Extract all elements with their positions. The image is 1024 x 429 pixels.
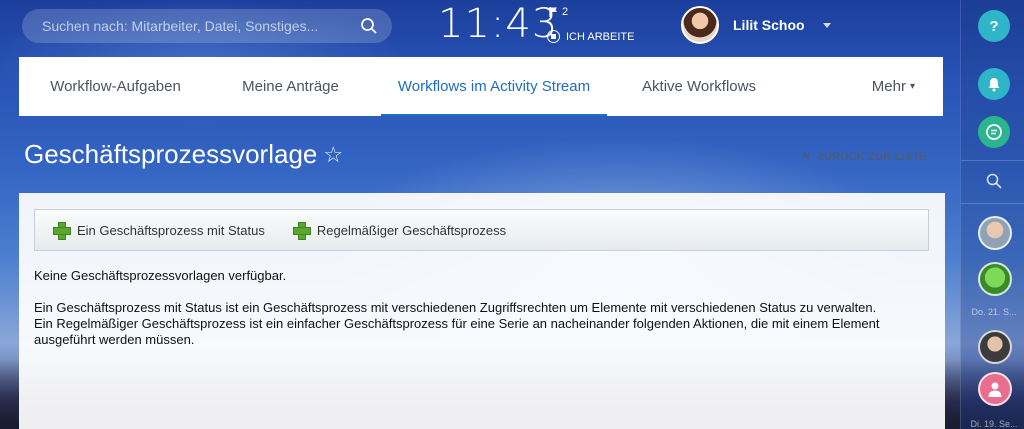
back-arrow-icon: ↰ [801,150,812,164]
tab-label: Meine Anträge [242,78,339,95]
empty-message: Keine Geschäftsprozessvorlagen verfügbar… [34,268,287,283]
tab-more[interactable]: Mehr ▾ [872,57,943,116]
chevron-down-icon[interactable] [822,22,831,28]
page-title-text: Geschäftsprozessvorlage [24,139,318,169]
tab-label: Workflow-Aufgaben [50,78,181,95]
tab-workflows-im-activity-stream[interactable]: Workflows im Activity Stream [381,57,607,116]
contact-avatar[interactable] [978,372,1012,406]
description-block: Keine Geschäftsprozessvorlagen verfügbar… [34,268,914,348]
contact-date: Do. 21. S... [971,307,1017,317]
avatar[interactable] [681,6,719,44]
tabs-bar: Workflow-Aufgaben Meine Anträge Workflow… [19,57,943,116]
work-status-button[interactable]: ICH ARBEITE [547,30,634,43]
user-name[interactable]: Lilit Schoo [733,17,805,33]
contact-avatar[interactable] [978,262,1012,296]
tab-label: Mehr [871,78,906,95]
description-status: Ein Geschäftsprozess mit Status ist ein … [34,300,877,315]
help-icon: ? [989,17,999,35]
stop-icon [547,30,560,43]
button-label: Regelmäßiger Geschäftsprozess [316,222,507,238]
tab-workflow-aufgaben[interactable]: Workflow-Aufgaben [19,57,212,116]
chat-button[interactable] [978,116,1010,148]
flag-count: 2 [562,6,569,18]
toolbar: Ein Geschäftsprozess mit Status Regelmäß… [34,209,929,251]
flag-counter[interactable]: 2 [549,6,568,18]
search-bar[interactable] [22,9,392,43]
star-icon[interactable]: ☆ [323,142,343,168]
add-regular-process-button[interactable]: Regelmäßiger Geschäftsprozess [292,222,507,240]
rail-search-button[interactable] [978,165,1010,197]
description-regular: Ein Regelmäßiger Geschäftsprozess ist ei… [34,316,880,347]
divider [961,160,1024,161]
work-status-label: ICH ARBEITE [566,30,635,43]
bell-icon [988,77,1000,91]
user-icon [988,382,1002,397]
search-input[interactable] [42,18,360,34]
contact-avatar[interactable] [978,216,1012,250]
user-menu[interactable]: Lilit Schoo [681,6,831,44]
caret-down-icon: ▾ [909,81,915,92]
add-status-process-button[interactable]: Ein Geschäftsprozess mit Status [53,222,265,240]
search-icon [986,173,1002,189]
chat-icon [986,124,1002,140]
page-title: Geschäftsprozessvorlage ☆ [24,139,343,170]
search-icon[interactable] [360,17,378,35]
tab-aktive-workflows[interactable]: Aktive Workflows [619,57,779,116]
contact-avatar[interactable] [978,330,1012,364]
tab-label: Aktive Workflows [642,78,756,95]
notifications-button[interactable] [978,68,1010,100]
help-button[interactable]: ? [978,10,1010,42]
back-to-list-link[interactable]: ↰ ZURÜCK ZUR LISTE [801,150,927,164]
flag-icon [549,7,557,17]
clock: 11:43 [438,1,559,47]
plus-icon [292,222,311,240]
content-panel: Ein Geschäftsprozess mit Status Regelmäß… [19,193,945,429]
divider [961,203,1024,204]
right-sidebar: ? Do. 21. S... Di. 19. Se... [960,0,1024,429]
tab-meine-antraege[interactable]: Meine Anträge [212,57,369,116]
back-to-list-label: ZURÜCK ZUR LISTE [817,151,927,163]
button-label: Ein Geschäftsprozess mit Status [77,222,265,238]
contact-date: Di. 19. Se... [970,419,1018,429]
plus-icon [53,222,71,240]
tab-label: Workflows im Activity Stream [397,78,591,95]
